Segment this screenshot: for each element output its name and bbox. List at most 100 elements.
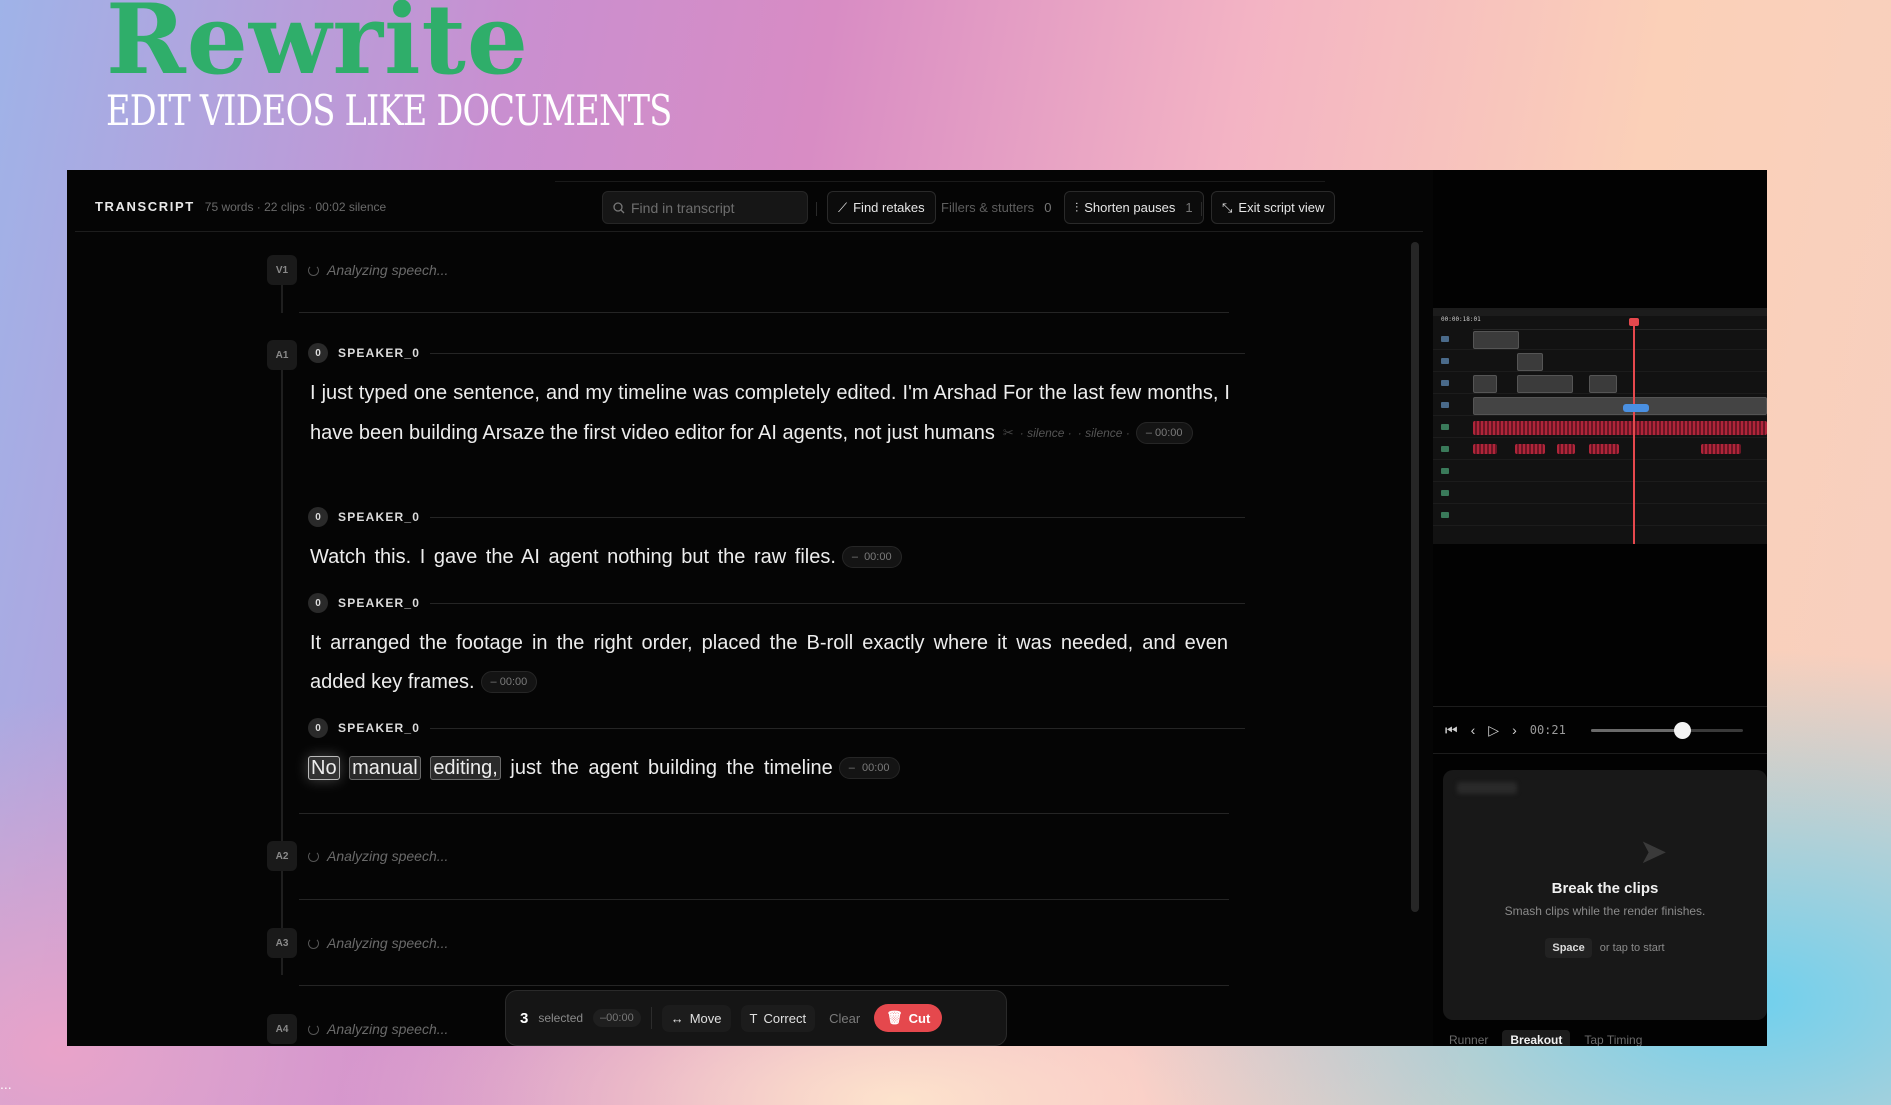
timeline-audio-track	[1433, 462, 1767, 482]
scissors-icon[interactable]: ✂	[1003, 425, 1014, 440]
track-icon	[1441, 336, 1449, 342]
audio-waveform[interactable]	[1701, 444, 1741, 454]
exit-script-view-button[interactable]: ⤡ Exit script view	[1211, 191, 1336, 224]
game-score	[1457, 782, 1517, 794]
brand-logo: Rewrite	[106, 0, 529, 96]
track-status-v1: Analyzing speech...	[308, 262, 448, 278]
track-tag-a3: A3	[267, 928, 297, 958]
timeline-track	[1433, 352, 1767, 372]
timeline-audio-track	[1433, 506, 1767, 526]
transcript-text[interactable]: Watch this. I gave the AI agent nothing …	[310, 546, 836, 568]
transcript-panel: TRANSCRIPT 75 words · 22 clips · 00:02 s…	[75, 170, 1431, 1046]
selected-word[interactable]: No	[308, 756, 340, 780]
render-minigame[interactable]: ➤ Break the clips Smash clips while the …	[1443, 770, 1767, 1020]
cursor-icon: ➤	[1639, 833, 1668, 871]
audio-waveform[interactable]	[1515, 444, 1545, 454]
timeline-header	[1433, 308, 1767, 316]
fillers-label: Fillers & stutters	[941, 200, 1035, 215]
track-line	[281, 285, 283, 313]
step-forward-icon[interactable]: ›	[1512, 722, 1517, 738]
speaker-name[interactable]: SPEAKER_0	[338, 510, 420, 524]
transcript-search[interactable]	[602, 191, 808, 224]
audio-waveform[interactable]	[1557, 444, 1575, 454]
speaker-name[interactable]: SPEAKER_0	[338, 346, 420, 360]
transcript-header: TRANSCRIPT 75 words · 22 clips · 00:02 s…	[75, 182, 1423, 232]
slider-thumb[interactable]	[1674, 721, 1692, 739]
game-tabs: Runner Breakout Tap Timing	[1441, 1030, 1650, 1046]
transcript-paragraph[interactable]: It arranged the footage in the right ord…	[310, 624, 1228, 702]
shorten-pauses-button[interactable]: ⫶ Shorten pauses 1	[1064, 191, 1204, 224]
track-status-a4: Analyzing speech...	[308, 1021, 448, 1037]
footer-ellipsis: ...	[0, 1076, 12, 1092]
selected-word[interactable]: editing,	[430, 756, 501, 780]
transcript-paragraph[interactable]: I just typed one sentence, and my timeli…	[310, 374, 1230, 453]
skip-to-start-icon[interactable]: ⏮	[1445, 722, 1458, 739]
step-back-icon[interactable]: ‹	[1471, 722, 1476, 738]
text-icon: T	[749, 1010, 758, 1026]
brand-tagline: EDIT VIDEOS LIKE DOCUMENTS	[106, 86, 672, 135]
timeline-preview[interactable]: 00:00:18:01	[1433, 308, 1767, 544]
find-retakes-button[interactable]: ⟋ Find retakes	[827, 191, 936, 224]
divider	[816, 202, 817, 216]
tab-runner[interactable]: Runner	[1441, 1030, 1496, 1046]
timeline-audio-track	[1433, 484, 1767, 504]
speaker-avatar: 0	[308, 343, 328, 363]
timeline-clip[interactable]	[1589, 375, 1617, 393]
playback-slider[interactable]	[1590, 721, 1743, 739]
play-icon[interactable]: ▷	[1488, 722, 1499, 739]
tab-tap-timing[interactable]: Tap Timing	[1576, 1030, 1650, 1046]
playhead[interactable]	[1633, 322, 1635, 544]
drag-cursor-tag	[1623, 404, 1649, 412]
timeline-clip[interactable]	[1517, 375, 1573, 393]
transcript-paragraph[interactable]: No manual editing, just the agent buildi…	[308, 749, 1228, 788]
track-icon	[1441, 402, 1449, 408]
tab-breakout[interactable]: Breakout	[1502, 1030, 1571, 1046]
transcript-text[interactable]: It arranged the footage in the right ord…	[310, 632, 1228, 693]
audio-waveform[interactable]	[1473, 444, 1497, 454]
speaker-rule	[430, 602, 1246, 604]
space-key[interactable]: Space	[1545, 938, 1592, 958]
spinner-icon	[308, 1023, 319, 1035]
start-hint-text: or tap to start	[1599, 942, 1665, 954]
transcript-stats: 75 words · 22 clips · 00:02 silence	[204, 199, 387, 214]
correct-button[interactable]: T Correct	[740, 1004, 816, 1032]
track-line	[281, 370, 283, 975]
duration-chip: – 00:00	[480, 671, 538, 693]
cut-label: Cut	[908, 1010, 931, 1026]
track-status-a3: Analyzing speech...	[308, 935, 448, 951]
timeline-clip[interactable]	[1473, 331, 1519, 349]
timeline-clip[interactable]	[1473, 375, 1497, 393]
move-button[interactable]: ↔ Move	[661, 1004, 731, 1032]
speaker-name[interactable]: SPEAKER_0	[338, 721, 420, 735]
clear-button[interactable]: Clear	[825, 1005, 864, 1032]
track-icon	[1441, 358, 1449, 364]
transcript-text[interactable]: just the agent building the timeline	[510, 757, 832, 779]
track-icon	[1441, 380, 1449, 386]
transcript-scrollbar[interactable]	[1411, 242, 1419, 912]
playhead-handle[interactable]	[1629, 318, 1639, 326]
timeline-clip[interactable]	[1517, 353, 1543, 371]
audio-waveform[interactable]	[1473, 421, 1767, 435]
search-input[interactable]	[631, 199, 801, 216]
spinner-icon	[308, 850, 319, 862]
speaker-header: 0 SPEAKER_0	[308, 593, 1246, 613]
silence-marker[interactable]: · silence ·	[1020, 426, 1072, 440]
waveform-icon: ⫶	[1075, 199, 1079, 215]
cut-button[interactable]: 🗑 Cut	[874, 1004, 943, 1032]
timeline-track	[1433, 396, 1767, 416]
selected-word[interactable]: manual	[349, 756, 421, 780]
silence-marker[interactable]: · silence ·	[1078, 426, 1130, 440]
speaker-rule	[430, 516, 1246, 518]
transcript-paragraph[interactable]: Watch this. I gave the AI agent nothing …	[310, 538, 1230, 577]
trash-icon: 🗑	[886, 1010, 903, 1025]
preview-panel: 00:00:18:01 ⏮ ‹ ▷ › 00:21 ➤ Break the cl…	[1433, 170, 1767, 1046]
track-icon	[1441, 490, 1449, 496]
track-status-a2: Analyzing speech...	[308, 848, 448, 864]
timeline-clip[interactable]	[1473, 397, 1767, 415]
speaker-name[interactable]: SPEAKER_0	[338, 596, 420, 610]
track-status-text: Analyzing speech...	[327, 1021, 449, 1037]
spinner-icon	[308, 937, 319, 949]
track-tag-v1: V1	[267, 255, 297, 285]
fillers-button[interactable]: Fillers & stutters 0	[930, 191, 1062, 224]
audio-waveform[interactable]	[1589, 444, 1619, 454]
